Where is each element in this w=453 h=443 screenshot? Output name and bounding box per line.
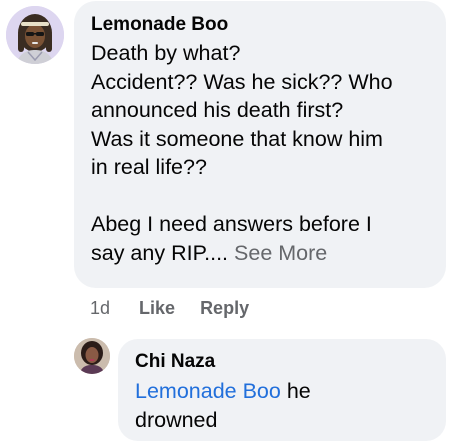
comment-author[interactable]: Lemonade Boo (91, 13, 430, 37)
reply-bubble: Chi Naza Lemonade Boo he drowned (118, 339, 446, 441)
reply-text: Lemonade Boo he drowned (135, 377, 430, 435)
reply-text-after-mention: he (280, 379, 311, 403)
like-button[interactable]: Like (139, 296, 175, 320)
reply-line: drowned (135, 408, 218, 432)
comment-line: Death by what? (91, 41, 241, 65)
comment-line-truncated: say any RIP.... See More (91, 239, 430, 268)
avatar-icon (6, 6, 64, 64)
reply-line: Lemonade Boo he (135, 377, 430, 406)
avatar-icon (74, 338, 110, 374)
comment-line: Abeg I need answers before I (91, 212, 372, 236)
comment-text: Death by what? Accident?? Was he sick?? … (91, 39, 430, 267)
comment-actions: 1d Like Reply (90, 296, 249, 320)
commenter-avatar[interactable] (6, 6, 64, 64)
comment-line: in real life?? (91, 155, 207, 179)
reply-author[interactable]: Chi Naza (135, 350, 430, 374)
comment-line: Accident?? Was he sick?? Who (91, 69, 393, 94)
comment-bubble: Lemonade Boo Death by what? Accident?? W… (74, 1, 446, 288)
reply-avatar[interactable] (74, 338, 110, 374)
comment-line: announced his death first? (91, 98, 344, 122)
reply-button[interactable]: Reply (200, 296, 249, 320)
see-more-link[interactable]: See More (234, 241, 327, 265)
truncated-text: say any RIP.... (91, 240, 229, 265)
mention-link[interactable]: Lemonade Boo (135, 379, 281, 403)
comment-line: Was it someone that know him (91, 126, 383, 151)
comment-timestamp[interactable]: 1d (90, 296, 110, 320)
